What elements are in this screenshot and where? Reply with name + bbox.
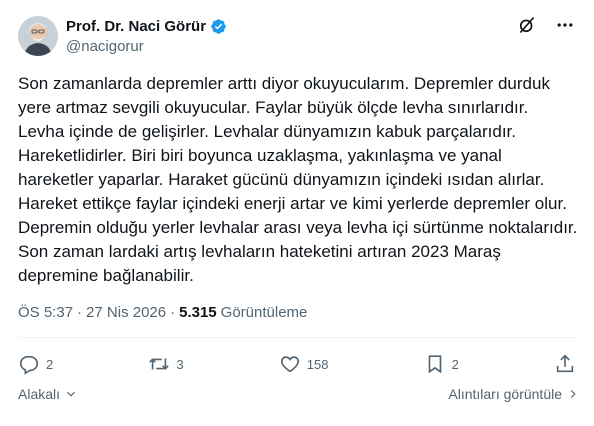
chevron-right-icon [570, 390, 576, 398]
views-count: 5.315 [179, 304, 217, 321]
views-label: Görüntüleme [220, 304, 308, 321]
reply-count: 2 [46, 356, 54, 372]
like-count: 158 [306, 356, 329, 372]
post-text: Son zamanlarda depremler arttı diyor oku… [18, 74, 578, 285]
divider [18, 337, 576, 338]
meta-separator: · [170, 304, 176, 321]
header-actions [516, 14, 576, 36]
post-meta: ÖS 5:37 · 27 Nis 2026 · 5.315 Görüntülem… [18, 304, 307, 321]
repost-icon [149, 358, 170, 370]
view-quotes-label: Alıntıları görüntüle [448, 386, 562, 402]
author-handle[interactable]: @nacigorur [66, 38, 227, 55]
related-toggle[interactable]: Alakalı [18, 386, 78, 402]
share-icon [556, 354, 574, 373]
avatar[interactable] [18, 16, 58, 56]
heart-icon [280, 356, 299, 373]
grok-icon[interactable] [516, 14, 538, 36]
action-bar: 2 3 158 2 [18, 352, 576, 376]
view-quotes-link[interactable]: Alıntıları görüntüle [448, 386, 580, 402]
repost-count: 3 [176, 356, 184, 372]
related-label: Alakalı [18, 386, 61, 402]
post-date[interactable]: 27 Nis 2026 [86, 304, 166, 321]
author-name[interactable]: Prof. Dr. Naci Görür [66, 18, 206, 35]
reply-icon [19, 355, 39, 375]
post-time[interactable]: ÖS 5:37 [18, 304, 73, 321]
author-info: Prof. Dr. Naci Görür @nacigorur [66, 16, 227, 55]
bookmark-count: 2 [451, 356, 459, 372]
more-icon[interactable] [554, 14, 576, 36]
reply-button[interactable]: 2 [18, 353, 53, 375]
share-button[interactable] [554, 353, 576, 375]
avatar-image [18, 16, 58, 56]
bookmark-button[interactable]: 2 [424, 353, 459, 375]
author-name-row: Prof. Dr. Naci Görür [66, 16, 227, 36]
repost-button[interactable]: 3 [148, 353, 184, 375]
verified-badge-icon[interactable] [210, 18, 227, 35]
chevron-down-icon [67, 391, 75, 397]
like-button[interactable]: 158 [279, 353, 329, 375]
meta-separator: · [77, 304, 83, 321]
bookmark-icon [428, 355, 441, 374]
